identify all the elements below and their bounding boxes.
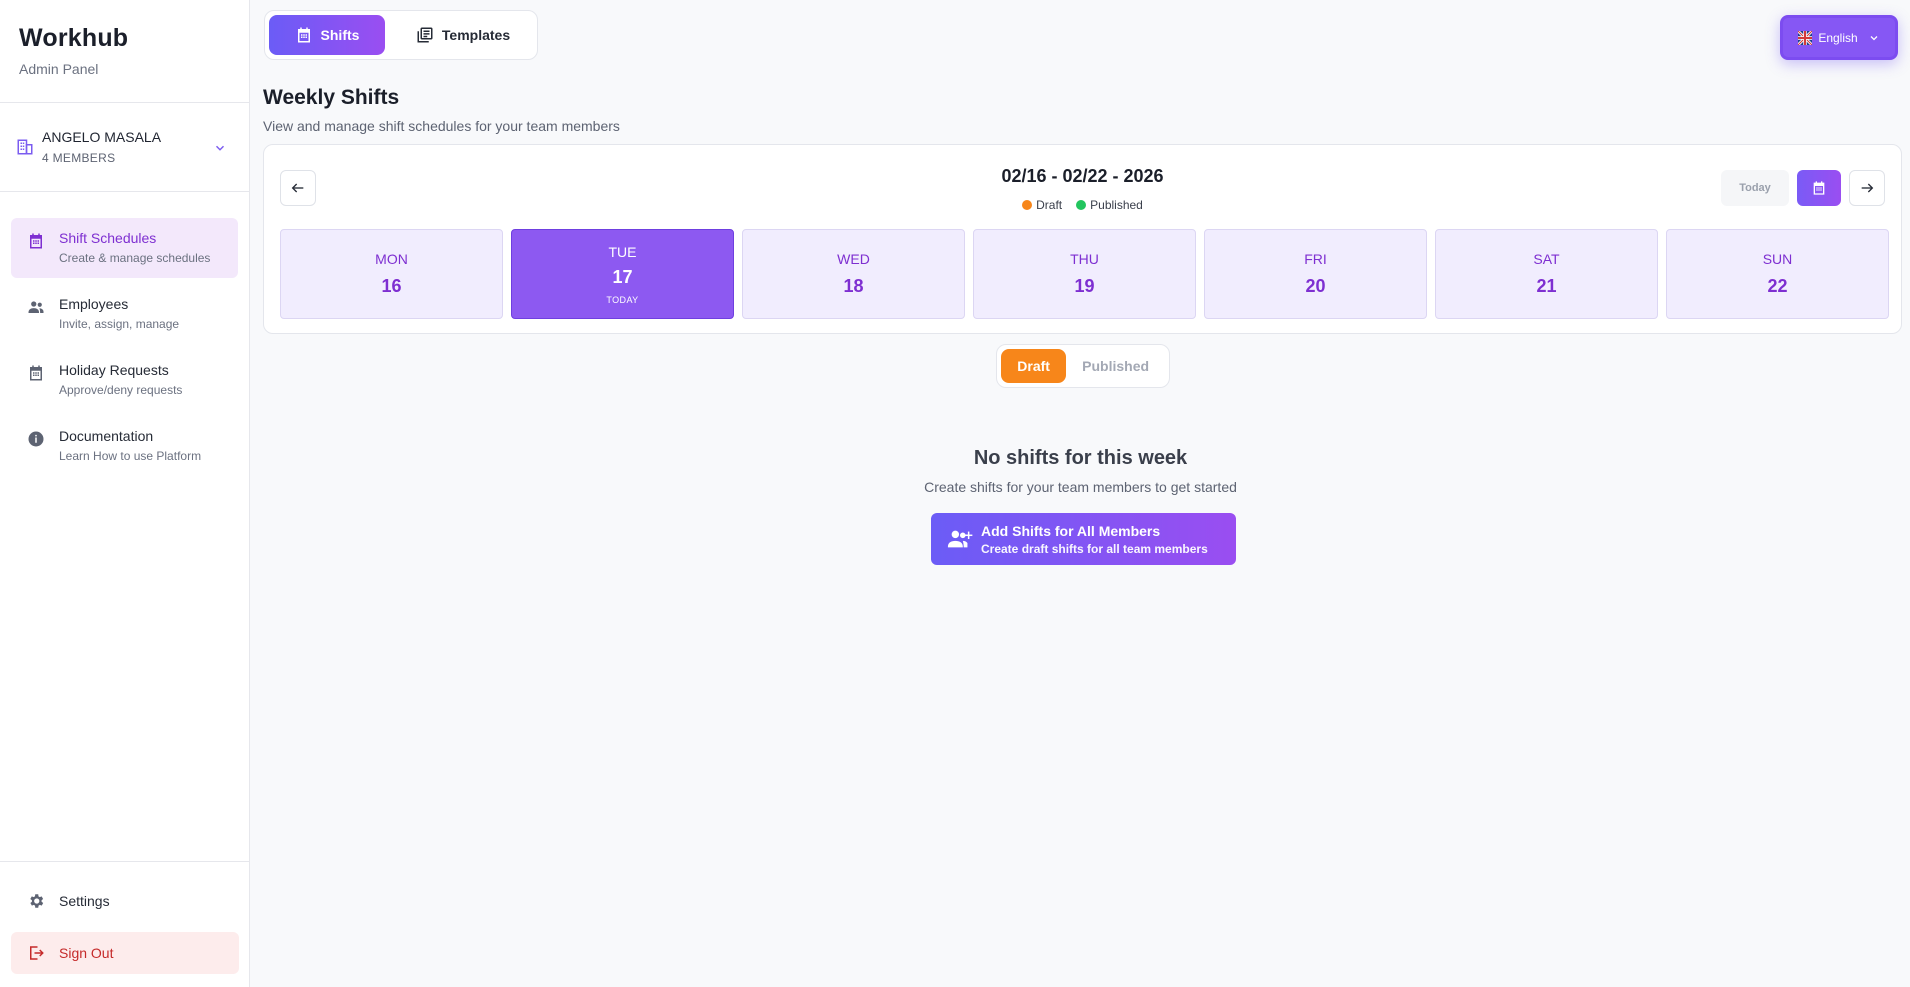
week-range: 02/16 - 02/22 - 2026 [1001,166,1164,186]
main-content: Shifts Templates English Weekly Shifts V… [251,0,1910,987]
chevron-down-icon [1870,35,1878,40]
sidebar-item-description: Learn How to use Platform [59,449,202,463]
add-shifts-all-members-button[interactable]: Add Shifts for All Members Create draft … [931,513,1236,565]
day-monday[interactable]: MON 16 [280,229,503,319]
view-tabs: Shifts Templates [264,10,538,60]
day-number: 21 [1536,276,1557,296]
building-icon [17,139,33,155]
day-name: WED [837,251,870,267]
day-number: 17 [612,266,633,287]
today-button[interactable]: Today [1721,170,1789,206]
language-selector[interactable]: English [1780,15,1898,60]
empty-state-title: No shifts for this week [973,447,1188,469]
legend-item-draft: Draft [1022,198,1062,212]
tab-templates[interactable]: Templates [393,15,533,55]
people-icon [28,301,44,313]
empty-state-subtitle: Create shifts for your team members to g… [924,479,1237,495]
templates-icon [417,27,433,43]
sidebar-item-holiday-requests[interactable]: Holiday Requests Approve/deny requests [11,350,238,410]
week-navigator: 02/16 - 02/22 - 2026 Draft Published Tod… [263,144,1902,334]
sidebar-item-documentation[interactable]: Documentation Learn How to use Platform [11,416,238,476]
legend-dot [1076,200,1087,210]
tab-shifts[interactable]: Shifts [269,15,385,55]
chevron-down-icon [215,145,225,151]
day-name: THU [1070,251,1099,267]
day-number: 20 [1305,276,1326,296]
status-legend: Draft Published [264,198,1901,212]
add-shifts-text: Add Shifts for All Members Create draft … [981,523,1208,556]
today-label: TODAY [606,294,639,305]
organization-members: 4 MEMBERS [42,151,116,165]
sign-out-icon [30,946,44,960]
calendar-icon [30,233,42,249]
page-title: Weekly Shifts [263,86,400,109]
sidebar-item-description: Approve/deny requests [59,383,183,397]
sign-out-label: Sign Out [59,945,114,961]
legend-label: Published [1090,198,1143,212]
day-number: 18 [843,276,864,296]
brand: Workhub Admin Panel [0,0,249,103]
sidebar-item-label: Documentation [59,428,154,444]
calendar-icon [297,27,310,43]
day-saturday[interactable]: SAT 21 [1435,229,1658,319]
add-shifts-title: Add Shifts for All Members [981,522,1161,539]
sign-out-button[interactable]: Sign Out [11,932,239,974]
legend-dot [1022,200,1033,210]
add-user-icon [947,530,973,548]
sidebar-item-label: Shift Schedules [59,230,157,246]
day-name: SAT [1533,251,1560,267]
settings-button[interactable]: Settings [11,880,239,922]
legend-item-published: Published [1076,198,1143,212]
sidebar-item-employees[interactable]: Employees Invite, assign, manage [11,284,238,344]
day-sunday[interactable]: SUN 22 [1666,229,1889,319]
gear-icon [30,894,44,908]
sidebar-nav: Shift Schedules Create & manage schedule… [0,192,249,476]
day-selector: MON 16 TUE 17 TODAY WED 18 THU 19 FRI 20… [280,229,1889,319]
sidebar-item-label: Employees [59,296,129,312]
sidebar-item-label: Holiday Requests [59,362,169,378]
brand-subtitle: Admin Panel [19,61,99,77]
brand-title: Workhub [19,24,129,52]
calendar-icon [30,365,42,381]
tab-label: Templates [441,27,511,43]
next-week-button[interactable] [1849,170,1885,206]
sidebar-item-description: Create & manage schedules [59,251,211,265]
language-label: English [1818,30,1858,45]
day-friday[interactable]: FRI 20 [1204,229,1427,319]
legend-label: Draft [1036,198,1063,212]
tab-label: Shifts [320,27,360,43]
status-toggle: Draft Published [996,344,1170,388]
page-subtitle: View and manage shift schedules for your… [263,118,620,134]
info-icon [28,431,44,447]
organization-selector[interactable]: ANGELO MASALA 4 MEMBERS [0,103,249,192]
day-number: 22 [1767,276,1788,296]
sidebar-item-description: Invite, assign, manage [59,317,180,331]
uk-flag-icon [1798,30,1813,45]
add-shifts-description: Create draft shifts for all team members [981,541,1208,556]
calendar-picker-button[interactable] [1797,170,1841,206]
status-draft-button[interactable]: Draft [1001,349,1067,383]
organization-info: ANGELO MASALA 4 MEMBERS [42,129,161,165]
status-published-button[interactable]: Published [1066,349,1165,383]
day-number: 16 [381,276,402,296]
day-name: MON [375,251,408,267]
sidebar: Workhub Admin Panel ANGELO MASALA 4 MEMB… [0,0,250,987]
sidebar-item-shift-schedules[interactable]: Shift Schedules Create & manage schedule… [11,218,238,278]
day-number: 19 [1074,276,1095,296]
day-name: TUE [608,243,637,260]
day-thursday[interactable]: THU 19 [973,229,1196,319]
organization-name: ANGELO MASALA [42,129,162,145]
day-name: SUN [1762,251,1793,267]
day-tuesday[interactable]: TUE 17 TODAY [511,229,734,319]
calendar-icon [1813,181,1825,195]
sidebar-bottom: Settings Sign Out [0,861,250,987]
day-name: FRI [1304,251,1327,267]
settings-label: Settings [59,893,110,909]
day-wednesday[interactable]: WED 18 [742,229,965,319]
arrow-right-icon [1861,183,1874,193]
